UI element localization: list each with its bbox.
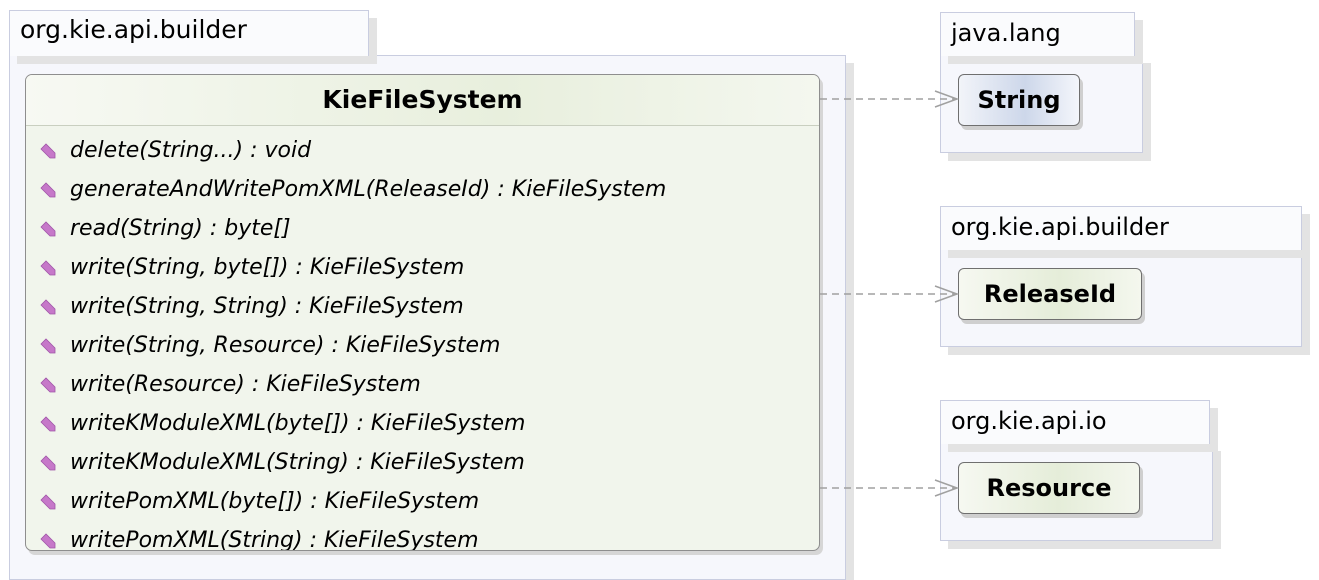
dependency-arrows: [820, 90, 960, 497]
dependency-arrow-resource: [820, 479, 960, 497]
package-tab-label: org.kie.api.builder: [940, 206, 1302, 250]
package-tab-label: org.kie.api.io: [940, 400, 1210, 444]
package-tab-label: org.kie.api.builder: [9, 10, 369, 56]
dependency-arrow-releaseid: [820, 285, 960, 303]
package-tab-label: java.lang: [940, 12, 1135, 56]
dependency-arrow-string: [820, 90, 960, 108]
